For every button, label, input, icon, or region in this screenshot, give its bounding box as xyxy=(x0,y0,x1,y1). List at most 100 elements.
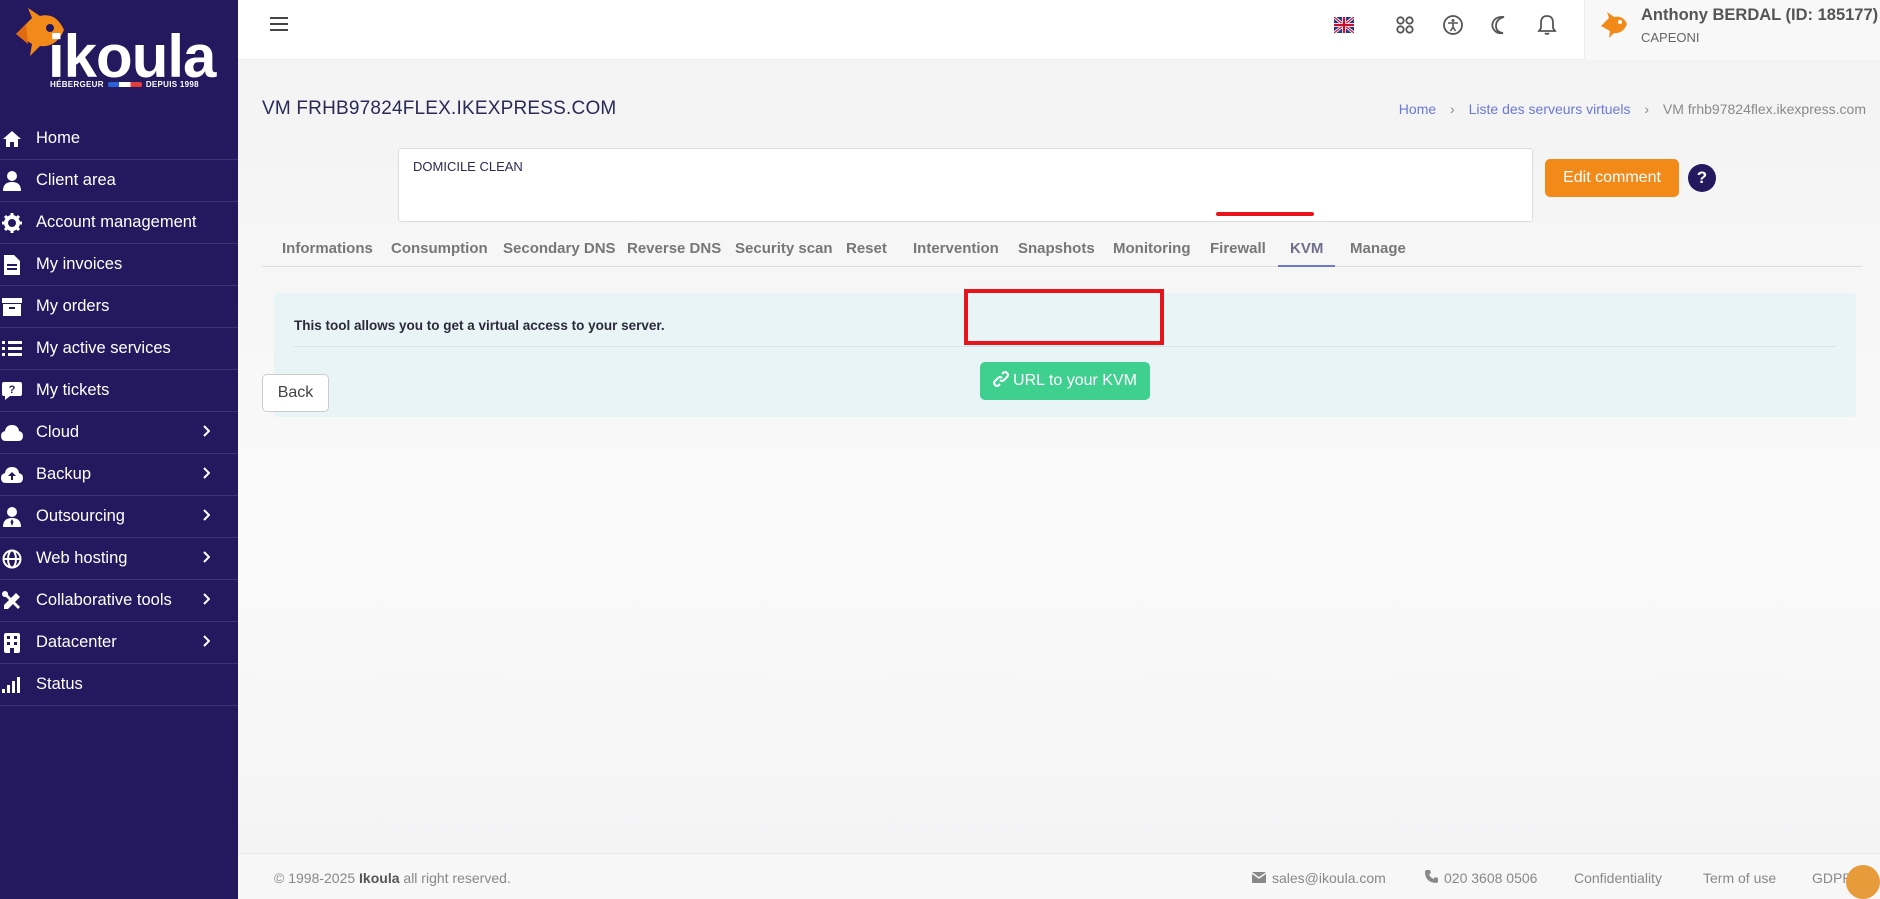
accessibility-icon[interactable] xyxy=(1443,15,1463,40)
hamburger-menu-icon[interactable] xyxy=(270,16,288,37)
cookie-icon[interactable] xyxy=(1846,865,1880,899)
gear-icon xyxy=(0,211,24,235)
tab-kvm[interactable]: KVM xyxy=(1277,230,1336,267)
divider xyxy=(294,346,1836,347)
tab-security-scan[interactable]: Security scan xyxy=(735,230,833,266)
footer-email[interactable]: sales@ikoula.com xyxy=(1251,870,1386,886)
avatar-fish-icon xyxy=(1601,12,1627,38)
sidebar-item-label: My invoices xyxy=(36,255,123,273)
sidebar-item-label: Account management xyxy=(36,213,197,231)
highlight-box xyxy=(964,289,1164,345)
cloud-icon xyxy=(0,421,24,445)
box-icon xyxy=(0,295,24,319)
sidebar-item-label: Collaborative tools xyxy=(36,591,172,609)
tabs: Informations Consumption Secondary DNS R… xyxy=(262,230,1862,267)
user-tie-icon xyxy=(0,505,24,529)
copyright-suffix: all right reserved. xyxy=(403,870,511,886)
sidebar-nav: Home Client area Account management My i… xyxy=(0,118,238,706)
moon-icon[interactable] xyxy=(1490,15,1510,40)
tab-consumption[interactable]: Consumption xyxy=(391,230,488,266)
tab-firewall[interactable]: Firewall xyxy=(1210,230,1266,266)
highlight-underline xyxy=(1216,212,1314,216)
footer-email-text: sales@ikoula.com xyxy=(1272,870,1386,886)
sidebar-item-outsourcing[interactable]: Outsourcing xyxy=(0,496,238,538)
sidebar-item-datacenter[interactable]: Datacenter xyxy=(0,622,238,664)
breadcrumb-home[interactable]: Home xyxy=(1399,101,1436,117)
file-invoice-icon xyxy=(0,253,24,277)
chevron-right-icon xyxy=(202,634,211,652)
sidebar-item-my-active-services[interactable]: My active services xyxy=(0,328,238,370)
topbar: Anthony BERDAL (ID: 185177) CAPEONI xyxy=(238,0,1880,60)
sidebar-item-label: Client area xyxy=(36,171,116,189)
help-icon[interactable]: ? xyxy=(1688,164,1716,192)
user-profile[interactable]: Anthony BERDAL (ID: 185177) CAPEONI xyxy=(1584,0,1880,60)
list-icon xyxy=(0,337,24,361)
sidebar-item-label: My active services xyxy=(36,339,171,357)
uk-flag-icon[interactable] xyxy=(1333,15,1355,38)
tab-monitoring[interactable]: Monitoring xyxy=(1113,230,1190,266)
kvm-url-label: URL to your KVM xyxy=(1013,372,1137,389)
chevron-right-icon xyxy=(202,550,211,568)
bell-icon[interactable] xyxy=(1537,14,1557,41)
apps-grid-icon[interactable] xyxy=(1396,16,1414,39)
sidebar-item-my-invoices[interactable]: My invoices xyxy=(0,244,238,286)
footer-terms-link[interactable]: Term of use xyxy=(1703,870,1776,886)
sidebar-item-label: Web hosting xyxy=(36,549,128,567)
sidebar: ikoula HÉBERGEUR DEPUIS 1998 Home Client … xyxy=(0,0,238,899)
chevron-right-icon xyxy=(202,466,211,484)
user-company: CAPEONI xyxy=(1641,30,1700,45)
sidebar-item-web-hosting[interactable]: Web hosting xyxy=(0,538,238,580)
tab-secondary-dns[interactable]: Secondary DNS xyxy=(503,230,616,266)
tagline-left: HÉBERGEUR xyxy=(50,80,104,89)
sidebar-item-label: Datacenter xyxy=(36,633,117,651)
sidebar-item-label: Status xyxy=(36,675,83,693)
kvm-description: This tool allows you to get a virtual ac… xyxy=(294,318,665,333)
sidebar-item-label: Home xyxy=(36,129,81,147)
envelope-icon xyxy=(1251,870,1267,886)
footer-phone[interactable]: 020 3608 0506 xyxy=(1425,870,1537,886)
breadcrumb-separator-icon: › xyxy=(1644,101,1650,117)
tools-icon xyxy=(0,589,24,613)
flag-stripe xyxy=(107,82,142,88)
sidebar-item-label: My tickets xyxy=(36,381,110,399)
tab-snapshots[interactable]: Snapshots xyxy=(1018,230,1095,266)
tab-manage[interactable]: Manage xyxy=(1350,230,1406,266)
sidebar-item-my-tickets[interactable]: ? My tickets xyxy=(0,370,238,412)
tab-informations[interactable]: Informations xyxy=(282,230,373,266)
sidebar-item-account-management[interactable]: Account management xyxy=(0,202,238,244)
chevron-right-icon xyxy=(202,424,211,442)
comment-textarea[interactable]: DOMICILE CLEAN xyxy=(398,148,1533,222)
footer: © 1998-2025 Ikoula all right reserved. s… xyxy=(238,853,1880,899)
tab-reset[interactable]: Reset xyxy=(846,230,887,266)
svg-text:?: ? xyxy=(9,384,16,396)
sidebar-item-backup[interactable]: Backup xyxy=(0,454,238,496)
sidebar-item-home[interactable]: Home xyxy=(0,118,238,160)
sidebar-item-label: Cloud xyxy=(36,423,80,441)
kvm-url-button[interactable]: URL to your KVM xyxy=(980,362,1150,400)
edit-comment-button[interactable]: Edit comment xyxy=(1545,159,1679,197)
back-button[interactable]: Back xyxy=(262,374,329,412)
copyright-prefix: © 1998-2025 xyxy=(274,870,356,886)
footer-phone-text: 020 3608 0506 xyxy=(1444,870,1538,886)
chevron-right-icon xyxy=(202,592,211,610)
page-title: VM FRHB97824FLEX.IKEXPRESS.COM xyxy=(262,98,617,119)
logo[interactable]: ikoula HÉBERGEUR DEPUIS 1998 xyxy=(0,0,238,118)
footer-confidentiality-link[interactable]: Confidentiality xyxy=(1574,870,1662,886)
home-icon xyxy=(0,127,24,151)
sidebar-item-client-area[interactable]: Client area xyxy=(0,160,238,202)
breadcrumb-virtual-servers[interactable]: Liste des serveurs virtuels xyxy=(1469,101,1631,117)
sidebar-item-status[interactable]: Status xyxy=(0,664,238,706)
sidebar-item-collaborative-tools[interactable]: Collaborative tools xyxy=(0,580,238,622)
tab-intervention[interactable]: Intervention xyxy=(913,230,999,266)
signal-icon xyxy=(0,673,24,697)
link-icon xyxy=(993,370,1010,392)
user-name: Anthony BERDAL (ID: 185177) xyxy=(1641,6,1879,24)
breadcrumb-separator-icon: › xyxy=(1450,101,1455,117)
brand-tagline: HÉBERGEUR DEPUIS 1998 xyxy=(50,80,199,89)
chevron-right-icon xyxy=(202,508,211,526)
breadcrumb: Home › Liste des serveurs virtuels › VM … xyxy=(1399,101,1866,117)
sidebar-item-my-orders[interactable]: My orders xyxy=(0,286,238,328)
sidebar-item-cloud[interactable]: Cloud xyxy=(0,412,238,454)
tab-reverse-dns[interactable]: Reverse DNS xyxy=(627,230,721,266)
building-icon xyxy=(0,631,24,655)
